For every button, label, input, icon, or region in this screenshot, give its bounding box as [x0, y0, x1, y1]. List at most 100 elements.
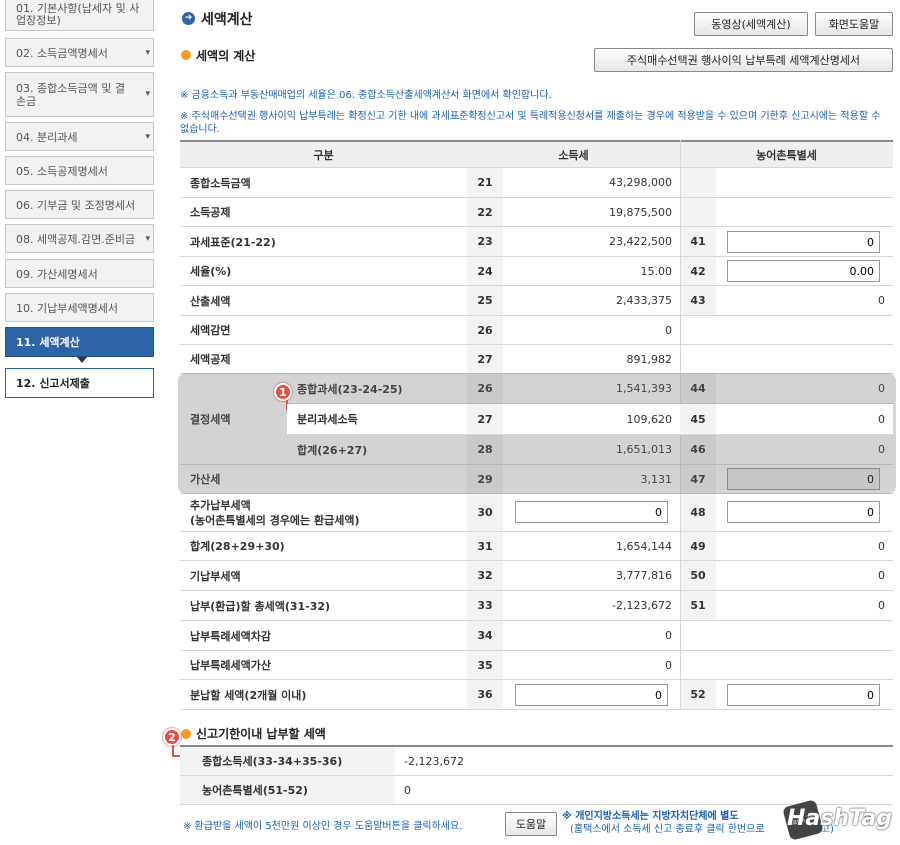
section-title: 세액의 계산 [196, 49, 256, 63]
sidebar-item-total-income[interactable]: 03. 종합소득금액 및 결손금 ▾ [5, 72, 154, 117]
rural-code: 45 [680, 404, 716, 434]
sidebar-item-basic-info[interactable]: 01. 기본사항(납세자 및 사업장정보) [5, 0, 154, 31]
table-row: 세율(%) 24 15.00 42 [180, 257, 893, 286]
row-label-main: 추가납부세액 [190, 498, 251, 512]
row-code: 33 [467, 591, 503, 620]
row-label: 납부특례세액차감 [190, 629, 271, 643]
rural-code: 49 [680, 532, 716, 560]
sidebar-item-submit[interactable]: 12. 신고서제출 [5, 368, 154, 398]
rural-tax-value: 0 [878, 294, 885, 307]
sidebar-item-label: 08. 세액공제.감면.준비금 [16, 232, 136, 246]
row-code: 23 [467, 227, 503, 256]
row-code: 21 [467, 168, 503, 197]
sidebar-item-separate-tax[interactable]: 04. 분리과세 ▾ [5, 122, 154, 151]
rural-tax-value: 0 [878, 539, 885, 553]
sidebar-item-label: 06. 기부금 및 조정명세서 [16, 198, 136, 212]
step-badge-1: 1 [274, 383, 292, 401]
table-row: 농어촌특별세(51-52) 0 [180, 776, 893, 805]
table-row: 납부특례세액차감 34 0 [180, 621, 893, 651]
table-row: 추가납부세액 (농어촌특별세의 경우에는 환급세액) 30 48 [180, 494, 893, 532]
rural-penalty-input[interactable] [727, 468, 880, 490]
section-bullet-icon [181, 729, 191, 739]
page-title: 세액계산 [201, 12, 253, 28]
table-row: 분납할 세액(2개월 이내) 36 52 [180, 680, 893, 710]
income-tax-value: 3,131 [640, 472, 673, 486]
row-code: 31 [467, 532, 503, 560]
video-button[interactable]: 동영상(세액계산) [694, 12, 808, 36]
row-code: 27 [467, 404, 503, 434]
row-code: 26 [467, 374, 503, 403]
rural-code: 42 [680, 257, 716, 285]
sidebar-item-label: 02. 소득금액명세서 [16, 46, 108, 60]
table-row: 세액감면 26 0 [180, 316, 893, 345]
sidebar-item-label: 11. 세액계산 [16, 336, 80, 349]
sidebar-item-label: 05. 소득공제명세서 [16, 164, 108, 178]
payable-tax-table: 종합소득세(33-34+35-36) -2,123,672 농어촌특별세(51-… [180, 745, 893, 805]
sidebar-item-donation[interactable]: 06. 기부금 및 조정명세서 [5, 190, 154, 219]
sidebar-item-label: 01. 기본사항(납세자 및 사업장정보) [16, 1, 140, 27]
local-tax-note-sub: (홈택스에서 소득세 신고 종료후 클릭 한번으로 [570, 824, 765, 835]
row-label: 추가납부세액 (농어촌특별세의 경우에는 환급세액) [180, 494, 467, 531]
rural-refund-input[interactable] [727, 501, 880, 523]
row-code: 35 [467, 651, 503, 679]
rural-code [680, 168, 716, 197]
income-tax-value: 109,620 [626, 412, 673, 426]
row-code: 28 [467, 435, 503, 464]
sidebar-item-income-statement[interactable]: 02. 소득금액명세서 ▾ [5, 38, 154, 67]
row-label: 농어촌특별세(51-52) [180, 776, 395, 804]
table-row: 종합소득세(33-34+35-36) -2,123,672 [180, 747, 893, 776]
badge-pointer [172, 745, 180, 757]
note-financial-income: ※ 금융소득과 부동산매매업의 세율은 06. 종합소득산출세액계산서 화면에서… [180, 90, 552, 101]
next-step-arrow-icon [77, 357, 87, 363]
rural-code: 47 [680, 465, 716, 493]
rural-tax-value: 0 [878, 443, 885, 456]
sidebar-item-deduction[interactable]: 05. 소득공제명세서 [5, 156, 154, 185]
sidebar-item-penalty-tax[interactable]: 09. 가산세명세서 [5, 259, 154, 288]
header-category: 구분 [313, 148, 334, 162]
table-row: 세액공제 27 891,982 [180, 345, 893, 374]
table-row: 종합소득금액 21 43,298,000 [180, 168, 893, 198]
chevron-down-icon: ▾ [145, 131, 150, 142]
rural-tax-base-input[interactable] [727, 231, 880, 253]
help-button[interactable]: 도움말 [505, 812, 557, 836]
income-tax-value: 1,654,144 [616, 539, 672, 553]
row-code: 34 [467, 621, 503, 650]
screen-help-button[interactable]: 화면도움말 [815, 12, 893, 36]
section-title: 신고기한이내 납부할 세액 [196, 727, 326, 741]
income-tax-value: 43,298,000 [609, 176, 672, 189]
sidebar-item-tax-calculation[interactable]: 11. 세액계산 [5, 327, 154, 357]
note-stock-option: ※ 주식매수선택권 행사이익 납부특례는 확정신고 기한 내에 과세표준확정신고… [180, 111, 881, 135]
income-tax-value: 891,982 [626, 352, 673, 366]
rural-code: 44 [680, 374, 716, 403]
table-row: 분리과세소득 27 109,620 45 0 [287, 404, 893, 435]
sidebar-item-label: 04. 분리과세 [16, 130, 78, 144]
row-code: 24 [467, 257, 503, 285]
income-tax-value: 1,541,393 [616, 382, 672, 395]
sidebar-item-label: 10. 기납부세액명세서 [16, 301, 118, 315]
row-value: 0 [404, 783, 411, 797]
sidebar-item-label: 12. 신고서제출 [16, 377, 90, 390]
row-label: 합계(28+29+30) [190, 540, 285, 553]
sidebar-item-tax-credit[interactable]: 08. 세액공제.감면.준비금 ▾ [5, 224, 154, 253]
row-label: 분리과세소득 [297, 413, 358, 426]
table-row: 납부(환급)할 총세액(31-32) 33 -2,123,672 51 0 [180, 591, 893, 621]
chevron-down-icon: ▾ [145, 233, 150, 244]
row-label: 납부특례세액가산 [190, 659, 271, 672]
rural-installment-input[interactable] [727, 684, 880, 706]
table-row: 과세표준(21-22) 23 23,422,500 41 [180, 227, 893, 257]
header-income-tax: 소득세 [558, 148, 589, 162]
row-label: 납부(환급)할 총세액(31-32) [190, 599, 331, 613]
stock-option-statement-button[interactable]: 주식매수선택권 행사이익 납부특례 세액계산명세서 [594, 48, 893, 72]
installment-tax-input[interactable] [515, 684, 668, 706]
rural-code: 46 [680, 435, 716, 464]
additional-tax-input[interactable] [515, 501, 668, 523]
row-label: 과세표준(21-22) [190, 235, 276, 249]
table-row: 종합과세(23-24-25) 26 1,541,393 44 0 [287, 374, 893, 404]
row-label: 종합소득금액 [190, 176, 251, 190]
arrow-right-icon: ➔ [182, 12, 195, 25]
row-label: 세액감면 [190, 324, 231, 337]
row-code: 36 [467, 680, 503, 709]
table-row: 합계(28+29+30) 31 1,654,144 49 0 [180, 532, 893, 561]
rural-tax-rate-input[interactable] [727, 260, 880, 282]
sidebar-item-prepaid-tax[interactable]: 10. 기납부세액명세서 [5, 293, 154, 322]
